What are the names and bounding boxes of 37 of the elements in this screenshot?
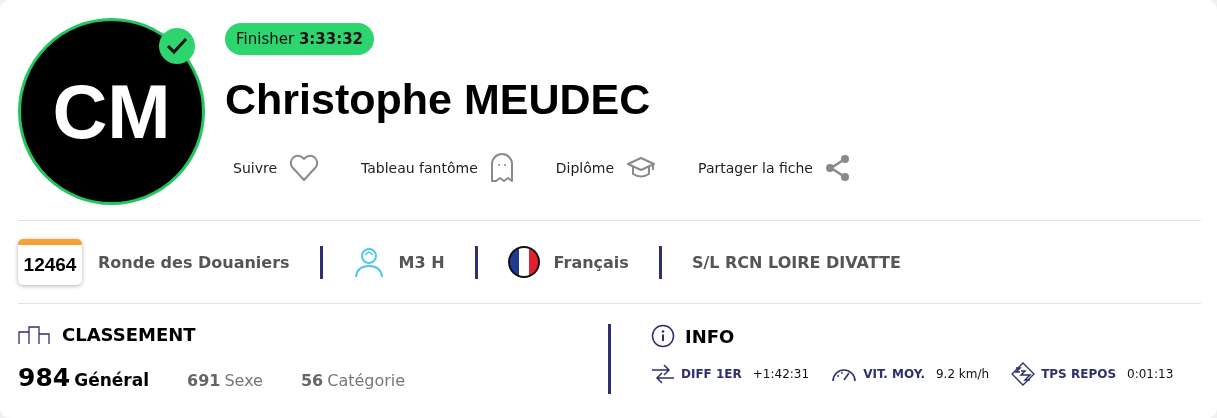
sleep-icon bbox=[1011, 362, 1036, 386]
category-label: M3 H bbox=[398, 252, 445, 272]
section-title: CLASSEMENT bbox=[62, 324, 196, 345]
podium-icon bbox=[18, 325, 52, 344]
info-value: 0:01:13 bbox=[1127, 367, 1174, 381]
race-label: Ronde des Douaniers bbox=[98, 252, 290, 272]
graduation-cap-icon bbox=[626, 156, 657, 180]
rank-label: Sexe bbox=[224, 371, 263, 390]
rank-value: 56 bbox=[300, 371, 324, 390]
action-button[interactable]: Partager la fiche bbox=[698, 153, 851, 183]
info-value: 9.2 km/h bbox=[935, 367, 990, 381]
action-button[interactable]: Tableau fantôme bbox=[361, 153, 514, 183]
info-value: +1:42:31 bbox=[752, 367, 810, 381]
share-icon bbox=[824, 154, 851, 182]
ghost-icon bbox=[489, 153, 514, 183]
action-button[interactable]: Diplôme bbox=[555, 153, 657, 183]
rank-label: Général bbox=[74, 370, 149, 390]
heart-icon bbox=[289, 154, 319, 182]
action-button[interactable]: Suivre bbox=[233, 153, 319, 183]
info-label: VIT. MOY. bbox=[863, 367, 925, 381]
info-label: DIFF 1ER bbox=[681, 367, 742, 381]
section-title: INFO bbox=[685, 325, 735, 347]
runner-name: Christophe MEUDEC bbox=[225, 75, 651, 124]
club-label: S/L RCN LOIRE DIVATTE bbox=[691, 252, 901, 272]
rank-value: 984 bbox=[18, 363, 71, 392]
avatar: CM bbox=[18, 18, 205, 205]
bib-number: 12464 bbox=[18, 239, 82, 285]
speedometer-icon bbox=[831, 366, 858, 382]
info-label: TPS REPOS bbox=[1041, 367, 1117, 381]
flag-icon bbox=[507, 246, 540, 278]
swap-arrows-icon bbox=[651, 364, 675, 384]
rank-value: 691 bbox=[187, 371, 221, 390]
rank-label: Catégorie bbox=[327, 371, 406, 390]
info-icon bbox=[651, 324, 675, 348]
finisher-badge: Finisher 3:33:32 bbox=[225, 23, 375, 55]
flag-label: Français bbox=[553, 252, 629, 272]
person-icon bbox=[352, 246, 385, 278]
